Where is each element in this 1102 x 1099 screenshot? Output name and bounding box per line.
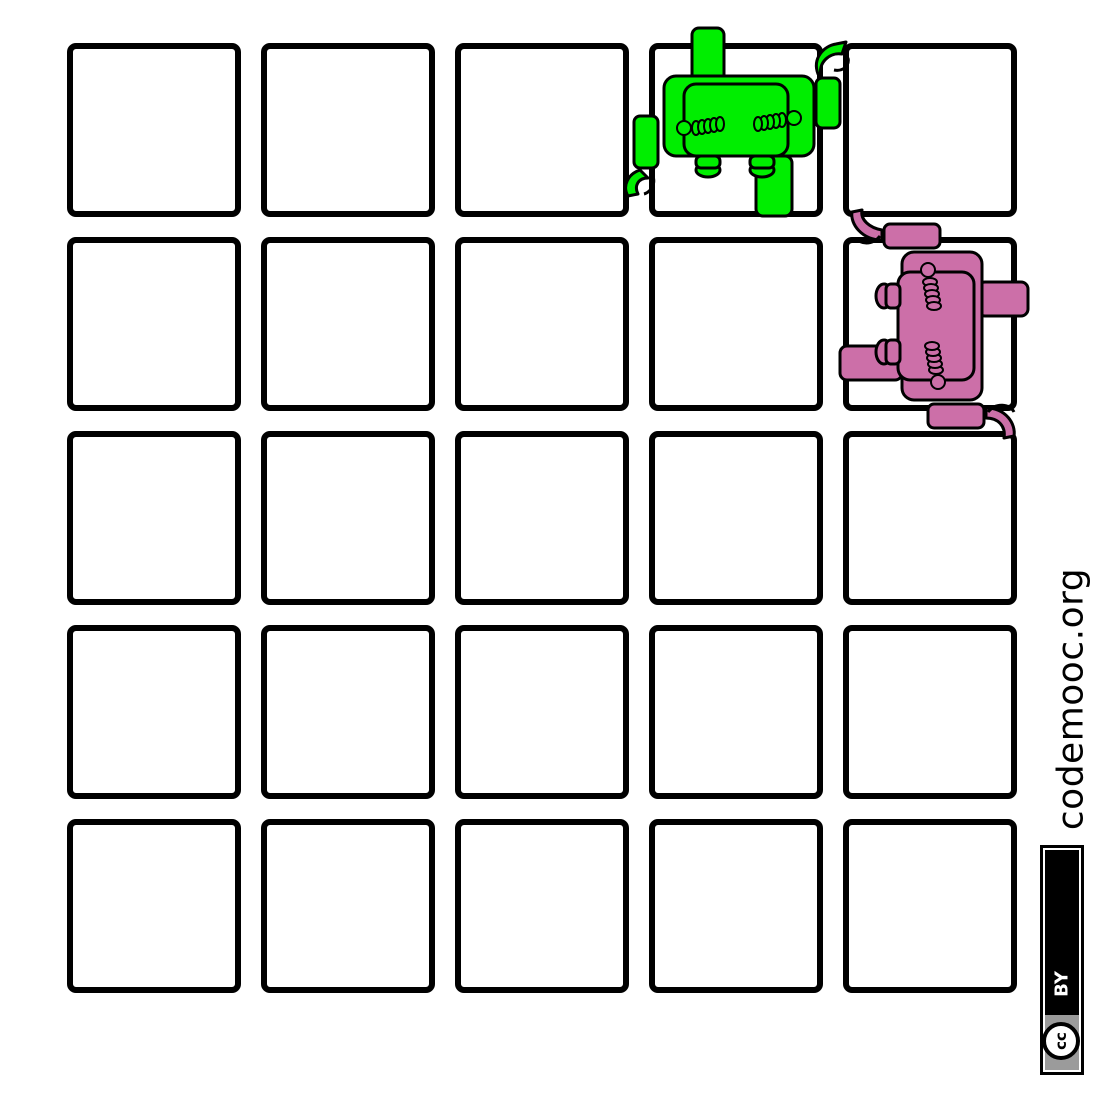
board-cell-r4-c2[interactable]: [261, 625, 435, 799]
board-cell-r5-c3[interactable]: [455, 819, 629, 993]
board-cell-r2-c4[interactable]: [649, 237, 823, 411]
board-cell-r3-c4[interactable]: [649, 431, 823, 605]
license-by-label: BY: [1051, 971, 1073, 997]
board-cell-r1-c1[interactable]: [67, 43, 241, 217]
license-cc-icon: cc: [1052, 1032, 1070, 1050]
board-cell-r2-c3[interactable]: [455, 237, 629, 411]
board-cell-r5-c2[interactable]: [261, 819, 435, 993]
board-cell-r4-c5[interactable]: [843, 625, 1017, 799]
board-cell-r1-c2[interactable]: [261, 43, 435, 217]
site-label: codemooc.org: [1050, 567, 1092, 831]
board-cell-r3-c2[interactable]: [261, 431, 435, 605]
board-cell-r5-c1[interactable]: [67, 819, 241, 993]
board-cell-r2-c2[interactable]: [261, 237, 435, 411]
board-cell-r5-c4[interactable]: [649, 819, 823, 993]
board-cell-r2-c1[interactable]: [67, 237, 241, 411]
board-cell-r4-c4[interactable]: [649, 625, 823, 799]
board-cell-r3-c3[interactable]: [455, 431, 629, 605]
pink-robot[interactable]: [834, 206, 1038, 444]
green-robot[interactable]: [622, 24, 854, 224]
board-cell-r1-c5[interactable]: [843, 43, 1017, 217]
board-cell-r3-c1[interactable]: [67, 431, 241, 605]
board-cell-r4-c1[interactable]: [67, 625, 241, 799]
board-cell-r5-c5[interactable]: [843, 819, 1017, 993]
board-cell-r1-c3[interactable]: [455, 43, 629, 217]
board-cell-r3-c5[interactable]: [843, 431, 1017, 605]
board-cell-r4-c3[interactable]: [455, 625, 629, 799]
